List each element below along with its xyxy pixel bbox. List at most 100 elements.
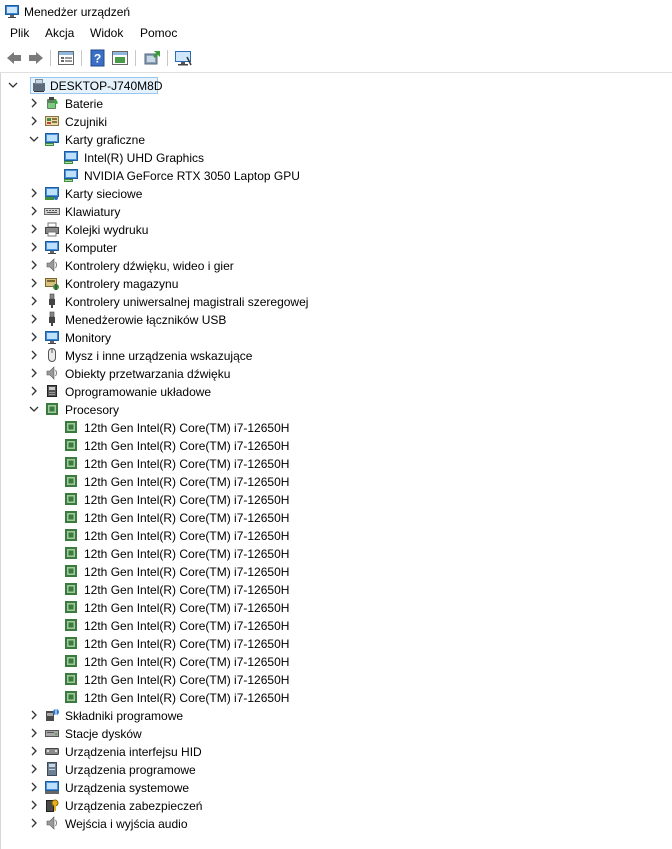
tree-category[interactable]: Baterie bbox=[28, 94, 648, 112]
device-manager-icon bbox=[5, 5, 19, 18]
expand-chevron-icon[interactable] bbox=[28, 187, 40, 199]
audio-io-icon bbox=[46, 816, 57, 830]
tree-category-label: Kolejki wydruku bbox=[65, 223, 149, 237]
tree-device[interactable]: 12th Gen Intel(R) Core(TM) i7-12650H bbox=[47, 508, 647, 526]
back-arrow-icon[interactable] bbox=[4, 49, 24, 67]
device-tree: DESKTOP-J740M8D Baterie Czujniki Karty g… bbox=[0, 73, 672, 849]
tree-device[interactable]: 12th Gen Intel(R) Core(TM) i7-12650H bbox=[47, 454, 647, 472]
expand-chevron-icon[interactable] bbox=[28, 385, 40, 397]
expand-chevron-icon[interactable] bbox=[28, 331, 40, 343]
tree-device[interactable]: 12th Gen Intel(R) Core(TM) i7-12650H bbox=[47, 634, 647, 652]
scan-hardware-icon[interactable] bbox=[173, 49, 193, 67]
tree-device[interactable]: 12th Gen Intel(R) Core(TM) i7-12650H bbox=[47, 490, 647, 508]
processor-icon bbox=[65, 547, 77, 559]
tree-device[interactable]: 12th Gen Intel(R) Core(TM) i7-12650H bbox=[47, 526, 647, 544]
software-component-icon bbox=[46, 709, 59, 721]
tree-category[interactable]: Klawiatury bbox=[28, 202, 648, 220]
help-icon[interactable]: ? bbox=[88, 49, 108, 67]
expand-chevron-icon[interactable] bbox=[28, 817, 40, 829]
tree-category[interactable]: Urządzenia zabezpieczeń bbox=[28, 796, 648, 814]
tree-root[interactable]: DESKTOP-J740M8D bbox=[7, 76, 667, 94]
expand-chevron-icon[interactable] bbox=[28, 97, 40, 109]
tree-category[interactable]: Kontrolery uniwersalnej magistrali szere… bbox=[28, 292, 648, 310]
tree-category[interactable]: Kontrolery dźwięku, wideo i gier bbox=[28, 256, 648, 274]
expand-chevron-icon[interactable] bbox=[28, 277, 40, 289]
update-driver-icon[interactable] bbox=[142, 49, 162, 67]
tree-category[interactable]: Mysz i inne urządzenia wskazujące bbox=[28, 346, 648, 364]
expand-root-chevron-icon[interactable] bbox=[7, 79, 19, 91]
tree-category[interactable]: Menedżerowie łączników USB bbox=[28, 310, 648, 328]
tree-device[interactable]: 12th Gen Intel(R) Core(TM) i7-12650H bbox=[47, 436, 647, 454]
menu-pomoc[interactable]: Pomoc bbox=[140, 26, 177, 40]
expand-chevron-icon[interactable] bbox=[28, 763, 40, 775]
tree-category[interactable]: Monitory bbox=[28, 328, 648, 346]
expand-chevron-icon[interactable] bbox=[28, 727, 40, 739]
tree-category-label: Karty sieciowe bbox=[65, 187, 143, 201]
tree-category[interactable]: Wejścia i wyjścia audio bbox=[28, 814, 648, 832]
monitor-icon bbox=[45, 331, 59, 344]
properties-icon[interactable] bbox=[56, 49, 76, 67]
tree-category-label: Oprogramowanie układowe bbox=[65, 385, 212, 399]
mouse-icon bbox=[48, 348, 56, 362]
tree-device[interactable]: 12th Gen Intel(R) Core(TM) i7-12650H bbox=[47, 580, 647, 598]
tree-device[interactable]: NVIDIA GeForce RTX 3050 Laptop GPU bbox=[47, 166, 647, 184]
computer-icon bbox=[45, 241, 59, 254]
view-icon[interactable] bbox=[110, 49, 130, 67]
tree-device[interactable]: 12th Gen Intel(R) Core(TM) i7-12650H bbox=[47, 472, 647, 490]
keyboard-icon bbox=[44, 208, 60, 215]
expand-chevron-icon[interactable] bbox=[28, 241, 40, 253]
expand-chevron-icon[interactable] bbox=[28, 709, 40, 721]
tree-device[interactable]: 12th Gen Intel(R) Core(TM) i7-12650H bbox=[47, 544, 647, 562]
expand-chevron-icon[interactable] bbox=[28, 799, 40, 811]
tree-device[interactable]: Intel(R) UHD Graphics bbox=[47, 148, 647, 166]
tree-device-label: 12th Gen Intel(R) Core(TM) i7-12650H bbox=[84, 583, 290, 597]
tree-device[interactable]: 12th Gen Intel(R) Core(TM) i7-12650H bbox=[47, 562, 647, 580]
tree-category[interactable]: Składniki programowe bbox=[28, 706, 648, 724]
tree-category[interactable]: Urządzenia interfejsu HID bbox=[28, 742, 648, 760]
tree-category[interactable]: Obiekty przetwarzania dźwięku bbox=[28, 364, 648, 382]
tree-category[interactable]: Karty sieciowe bbox=[28, 184, 648, 202]
expand-chevron-icon[interactable] bbox=[28, 205, 40, 217]
tree-category-label: Mysz i inne urządzenia wskazujące bbox=[65, 349, 253, 363]
tree-category[interactable]: Komputer bbox=[28, 238, 648, 256]
tree-category[interactable]: Czujniki bbox=[28, 112, 648, 130]
collapse-chevron-icon[interactable] bbox=[28, 403, 40, 415]
tree-category-label: Kontrolery uniwersalnej magistrali szere… bbox=[65, 295, 309, 309]
toolbar-separator bbox=[167, 50, 168, 66]
storage-controller-icon bbox=[45, 278, 59, 290]
forward-arrow-icon[interactable] bbox=[26, 49, 46, 67]
tree-device-label: 12th Gen Intel(R) Core(TM) i7-12650H bbox=[84, 529, 290, 543]
tree-device[interactable]: 12th Gen Intel(R) Core(TM) i7-12650H bbox=[47, 670, 647, 688]
processor-icon bbox=[65, 493, 77, 505]
tree-device[interactable]: 12th Gen Intel(R) Core(TM) i7-12650H bbox=[47, 598, 647, 616]
expand-chevron-icon[interactable] bbox=[28, 367, 40, 379]
usb-connector-icon bbox=[49, 311, 55, 326]
toolbar-separator bbox=[50, 50, 51, 66]
menu-akcja[interactable]: Akcja bbox=[45, 26, 74, 40]
collapse-chevron-icon[interactable] bbox=[28, 133, 40, 145]
tree-category[interactable]: Karty graficzne bbox=[28, 130, 648, 148]
tree-category[interactable]: Stacje dysków bbox=[28, 724, 648, 742]
tree-category[interactable]: Urządzenia programowe bbox=[28, 760, 648, 778]
expand-chevron-icon[interactable] bbox=[28, 115, 40, 127]
expand-chevron-icon[interactable] bbox=[28, 781, 40, 793]
expand-chevron-icon[interactable] bbox=[28, 349, 40, 361]
tree-device[interactable]: 12th Gen Intel(R) Core(TM) i7-12650H bbox=[47, 418, 647, 436]
tree-category[interactable]: Kontrolery magazynu bbox=[28, 274, 648, 292]
expand-chevron-icon[interactable] bbox=[28, 223, 40, 235]
tree-category-label: Czujniki bbox=[65, 115, 108, 129]
tree-device-label: 12th Gen Intel(R) Core(TM) i7-12650H bbox=[84, 655, 290, 669]
expand-chevron-icon[interactable] bbox=[28, 313, 40, 325]
tree-device[interactable]: 12th Gen Intel(R) Core(TM) i7-12650H bbox=[47, 616, 647, 634]
tree-device[interactable]: 12th Gen Intel(R) Core(TM) i7-12650H bbox=[47, 688, 647, 706]
expand-chevron-icon[interactable] bbox=[28, 295, 40, 307]
menu-widok[interactable]: Widok bbox=[90, 26, 123, 40]
expand-chevron-icon[interactable] bbox=[28, 745, 40, 757]
tree-category[interactable]: Urządzenia systemowe bbox=[28, 778, 648, 796]
tree-category[interactable]: Procesory bbox=[28, 400, 648, 418]
tree-category[interactable]: Oprogramowanie układowe bbox=[28, 382, 648, 400]
expand-chevron-icon[interactable] bbox=[28, 259, 40, 271]
menu-plik[interactable]: Plik bbox=[10, 26, 29, 40]
tree-device[interactable]: 12th Gen Intel(R) Core(TM) i7-12650H bbox=[47, 652, 647, 670]
tree-category[interactable]: Kolejki wydruku bbox=[28, 220, 648, 238]
